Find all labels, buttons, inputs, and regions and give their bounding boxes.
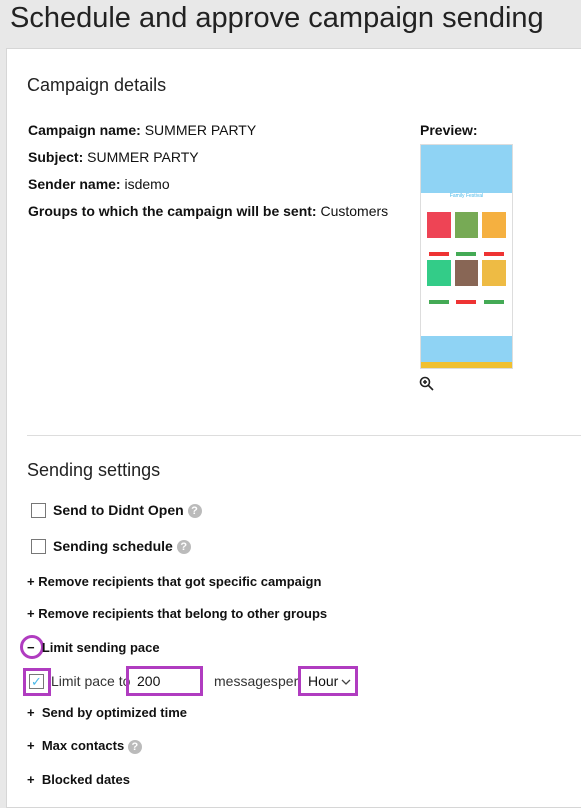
campaign-preview-image[interactable]: Family Festival <box>420 144 513 369</box>
plus-icon: + <box>27 606 35 621</box>
sender-name: Sender name: isdemo <box>28 176 170 192</box>
preview-title: Family Festival <box>421 193 512 209</box>
sending-schedule-checkbox[interactable] <box>31 539 46 554</box>
pace-input[interactable]: 200 <box>126 666 203 696</box>
subject: Subject: SUMMER PARTY <box>28 149 199 165</box>
label: Max contacts <box>41 738 125 753</box>
help-icon[interactable]: ? <box>176 540 191 555</box>
label: Sending schedule <box>53 538 173 554</box>
send-to-didnt-open-checkbox[interactable] <box>31 503 46 518</box>
value: SUMMER PARTY <box>144 122 257 138</box>
max-contacts-toggle[interactable]: + Max contacts ? <box>27 738 142 754</box>
label: Send to Didnt Open <box>53 502 184 518</box>
preview-label: Preview: <box>420 122 478 138</box>
divider <box>27 435 581 436</box>
label: Limit sending pace <box>41 640 160 655</box>
label: Blocked dates <box>41 772 130 787</box>
help-icon[interactable]: ? <box>187 504 202 519</box>
label: Groups to which the campaign will be sen… <box>28 203 317 219</box>
sending-settings-heading: Sending settings <box>27 460 161 480</box>
groups: Groups to which the campaign will be sen… <box>28 203 388 219</box>
value: SUMMER PARTY <box>87 149 199 165</box>
send-to-didnt-open-label: Send to Didnt Open ? <box>53 502 202 519</box>
per-label: per <box>278 673 299 689</box>
label: Remove recipients that got specific camp… <box>38 574 322 589</box>
page-title: Schedule and approve campaign sending <box>10 2 544 34</box>
value: isdemo <box>124 176 170 192</box>
plus-icon: + <box>27 772 35 787</box>
plus-icon: + <box>27 705 35 720</box>
plus-icon: + <box>27 574 35 589</box>
messages-label: messages <box>214 673 278 689</box>
label: Sender name: <box>28 176 121 192</box>
label: Subject: <box>28 149 84 165</box>
optimized-time-toggle[interactable]: + Send by optimized time <box>27 705 187 720</box>
help-icon[interactable]: ? <box>127 739 142 754</box>
blocked-dates-toggle[interactable]: + Blocked dates <box>27 772 130 787</box>
pace-value: 200 <box>137 673 161 689</box>
limit-pace-toggle[interactable]: − Limit sending pace <box>27 640 160 655</box>
value: Customers <box>320 203 389 219</box>
zoom-in-icon[interactable] <box>419 376 434 391</box>
campaign-details-heading: Campaign details <box>27 75 167 95</box>
label: Send by optimized time <box>41 705 188 720</box>
unit-select[interactable]: Hour <box>298 666 358 696</box>
label: Campaign name: <box>28 122 141 138</box>
plus-icon: + <box>27 738 35 753</box>
remove-campaign-toggle[interactable]: + Remove recipients that got specific ca… <box>27 574 321 589</box>
unit-value: Hour <box>308 673 339 689</box>
chevron-down-icon <box>341 679 351 685</box>
limit-pace-checkbox[interactable]: ✓ <box>29 674 44 689</box>
label: Remove recipients that belong to other g… <box>38 606 328 621</box>
sending-schedule-label: Sending schedule ? <box>53 538 191 555</box>
campaign-panel: Campaign details Campaign name: SUMMER P… <box>6 48 581 808</box>
minus-icon: − <box>27 640 35 655</box>
limit-pace-to-label: Limit pace to <box>51 673 131 689</box>
remove-groups-toggle[interactable]: + Remove recipients that belong to other… <box>27 606 327 621</box>
campaign-name: Campaign name: SUMMER PARTY <box>28 122 256 138</box>
